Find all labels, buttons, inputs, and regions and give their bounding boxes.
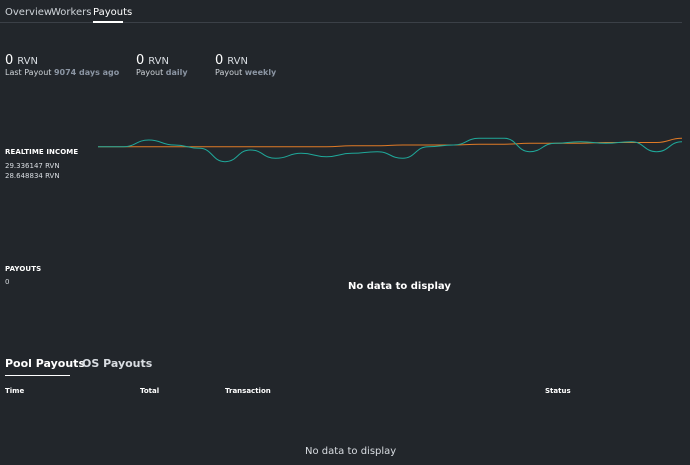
realtime-income-title: REALTIME INCOME bbox=[5, 148, 79, 156]
weekly-payout-value: 0 bbox=[215, 53, 224, 68]
tab-payouts[interactable]: Payouts bbox=[93, 7, 132, 18]
stat-payout-daily: 0 RVN Payout daily bbox=[136, 53, 188, 77]
tab-overview[interactable]: Overview bbox=[5, 7, 52, 18]
daily-payout-period: daily bbox=[165, 68, 188, 77]
column-header-transaction: Transaction bbox=[225, 387, 271, 395]
column-header-status: Status bbox=[545, 387, 571, 395]
payouts-empty-message: No data to display bbox=[348, 281, 451, 292]
realtime-income-average: 28.648834 RVN bbox=[5, 172, 60, 180]
tab-workers[interactable]: Workers bbox=[51, 7, 91, 18]
last-payout-unit: RVN bbox=[17, 56, 39, 67]
stat-last-payout: 0 RVN Last Payout 9074 days ago bbox=[5, 53, 119, 77]
daily-payout-label: Payout bbox=[136, 68, 164, 77]
realtime-income-line bbox=[98, 137, 682, 163]
weekly-payout-label: Payout bbox=[215, 68, 243, 77]
last-payout-label: Last Payout bbox=[5, 68, 52, 77]
tab-os-payouts[interactable]: OS Payouts bbox=[82, 357, 152, 370]
stat-payout-weekly: 0 RVN Payout weekly bbox=[215, 53, 276, 77]
realtime-income-current: 29.336147 RVN bbox=[5, 162, 60, 170]
realtime-income-chart bbox=[98, 137, 682, 163]
daily-payout-unit: RVN bbox=[148, 56, 170, 67]
last-payout-age: 9074 days ago bbox=[53, 68, 120, 77]
active-bottom-tab-indicator bbox=[5, 375, 70, 376]
column-header-time: Time bbox=[5, 387, 25, 395]
table-empty-message: No data to display bbox=[305, 446, 397, 457]
column-header-total: Total bbox=[140, 387, 160, 395]
last-payout-value: 0 bbox=[5, 53, 14, 68]
weekly-payout-period: weekly bbox=[244, 68, 277, 77]
weekly-payout-unit: RVN bbox=[227, 56, 249, 67]
daily-payout-value: 0 bbox=[136, 53, 145, 68]
payouts-title: PAYOUTS bbox=[5, 265, 42, 273]
payouts-value: 0 bbox=[5, 278, 10, 286]
tab-pool-payouts[interactable]: Pool Payouts bbox=[5, 357, 85, 370]
active-tab-indicator bbox=[93, 21, 123, 23]
